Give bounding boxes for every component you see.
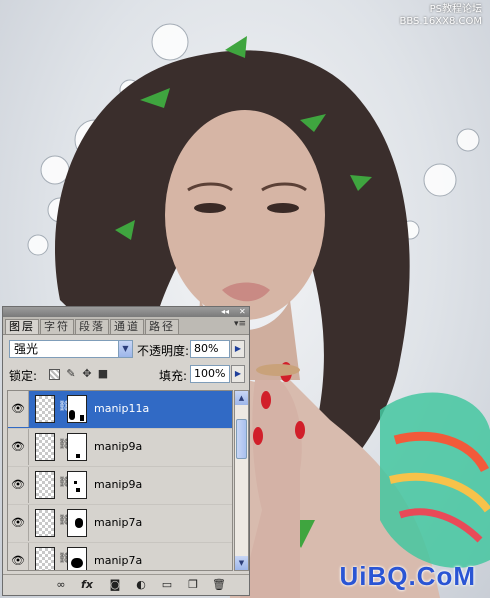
fx-icon[interactable]: fx (79, 578, 95, 592)
lock-label: 锁定: (9, 369, 38, 383)
layer-thumbnail[interactable] (35, 471, 55, 499)
layer-row[interactable]: 👁 ⛓ manip7a (8, 543, 232, 570)
opacity-label: 不透明度: (137, 344, 190, 358)
scrollbar-thumb[interactable] (236, 419, 247, 459)
layer-row[interactable]: 👁 ⛓ manip7a (8, 505, 232, 543)
eye-icon[interactable]: 👁 (8, 429, 29, 465)
tab-paths[interactable]: 路径 (145, 319, 179, 334)
layer-row[interactable]: 👁 ⛓ manip9a (8, 429, 232, 467)
layer-thumbnail[interactable] (35, 547, 55, 570)
lock-all-icon[interactable]: ■ (97, 368, 109, 380)
lock-row: 锁定: ✎ ✥ ■ 填充: 100% ▶ (7, 365, 245, 383)
tab-channels[interactable]: 通道 (110, 319, 144, 334)
layers-panel: ◂◂ ✕ 图层 字符 段落 通道 路径 ▾≡ 强光 ▼ 不透明度: 80% ▶ … (2, 306, 250, 596)
panel-tabs: 图层 字符 段落 通道 路径 ▾≡ (3, 317, 249, 335)
collapse-icon[interactable]: ◂◂ (221, 307, 229, 317)
layer-name[interactable]: manip7a (94, 516, 142, 529)
blend-mode-select[interactable]: 强光 ▼ (9, 340, 133, 358)
adjustment-layer-icon[interactable]: ◐ (133, 578, 149, 592)
add-mask-icon[interactable]: ◙ (107, 578, 123, 592)
layer-thumbnail[interactable] (35, 509, 55, 537)
lock-brush-icon[interactable]: ✎ (65, 368, 77, 380)
tab-layers[interactable]: 图层 (5, 319, 39, 334)
layer-name[interactable]: manip11a (94, 402, 149, 415)
fill-label: 填充: (159, 369, 188, 383)
layer-thumbnail[interactable] (35, 395, 55, 423)
layer-row[interactable]: 👁 ⛓ manip9a (8, 467, 232, 505)
close-icon[interactable]: ✕ (239, 307, 246, 317)
opacity-input[interactable]: 80% (190, 340, 230, 358)
trash-icon[interactable]: 🗑 (211, 578, 227, 592)
layer-name[interactable]: manip9a (94, 478, 142, 491)
watermark-line2: BBS.16XX8.COM (399, 16, 482, 27)
panel-titlebar[interactable]: ◂◂ ✕ (3, 307, 249, 317)
panel-footer: ∞ fx ◙ ◐ ▭ ❐ 🗑 (3, 574, 249, 595)
blend-mode-value: 强光 (14, 342, 39, 356)
layers-list: 👁 ⛓ manip11a 👁 ⛓ manip9a 👁 ⛓ manip9a 👁 ⛓ (7, 390, 233, 571)
eye-icon[interactable]: 👁 (8, 467, 29, 503)
layer-mask-thumbnail[interactable] (67, 471, 87, 499)
layer-mask-thumbnail[interactable] (67, 509, 87, 537)
layer-thumbnail[interactable] (35, 433, 55, 461)
new-layer-icon[interactable]: ❐ (185, 578, 201, 592)
layer-mask-thumbnail[interactable] (67, 433, 87, 461)
eye-icon[interactable]: 👁 (8, 391, 29, 427)
layer-name[interactable]: manip7a (94, 554, 142, 567)
scroll-up-icon[interactable]: ▲ (235, 391, 248, 405)
lock-move-icon[interactable]: ✥ (81, 368, 93, 380)
watermark-top: PS教程论坛 BBS.16XX8.COM (399, 4, 482, 28)
fill-input[interactable]: 100% (190, 365, 230, 383)
group-folder-icon[interactable]: ▭ (159, 578, 175, 592)
layer-mask-thumbnail[interactable] (67, 395, 87, 423)
blend-row: 强光 ▼ 不透明度: 80% ▶ (7, 339, 245, 359)
layer-mask-thumbnail[interactable] (67, 547, 87, 570)
opacity-slider-button[interactable]: ▶ (231, 340, 245, 358)
watermark-line1: PS教程论坛 (429, 4, 482, 15)
eye-icon[interactable]: 👁 (8, 543, 29, 570)
chevron-down-icon[interactable]: ▼ (118, 341, 132, 357)
eye-icon[interactable]: 👁 (8, 505, 29, 541)
link-layers-icon[interactable]: ∞ (53, 578, 69, 592)
layers-scrollbar[interactable]: ▲ ▼ (234, 390, 249, 571)
fill-slider-button[interactable]: ▶ (231, 365, 245, 383)
scroll-down-icon[interactable]: ▼ (235, 556, 248, 570)
tab-character[interactable]: 字符 (40, 319, 74, 334)
lock-transparent-icon[interactable] (49, 369, 60, 380)
layer-row[interactable]: 👁 ⛓ manip11a (8, 391, 232, 429)
watermark-brand: UiBQ.CoM (339, 561, 476, 591)
layer-name[interactable]: manip9a (94, 440, 142, 453)
panel-menu-icon[interactable]: ▾≡ (234, 319, 246, 329)
tab-paragraph[interactable]: 段落 (75, 319, 109, 334)
